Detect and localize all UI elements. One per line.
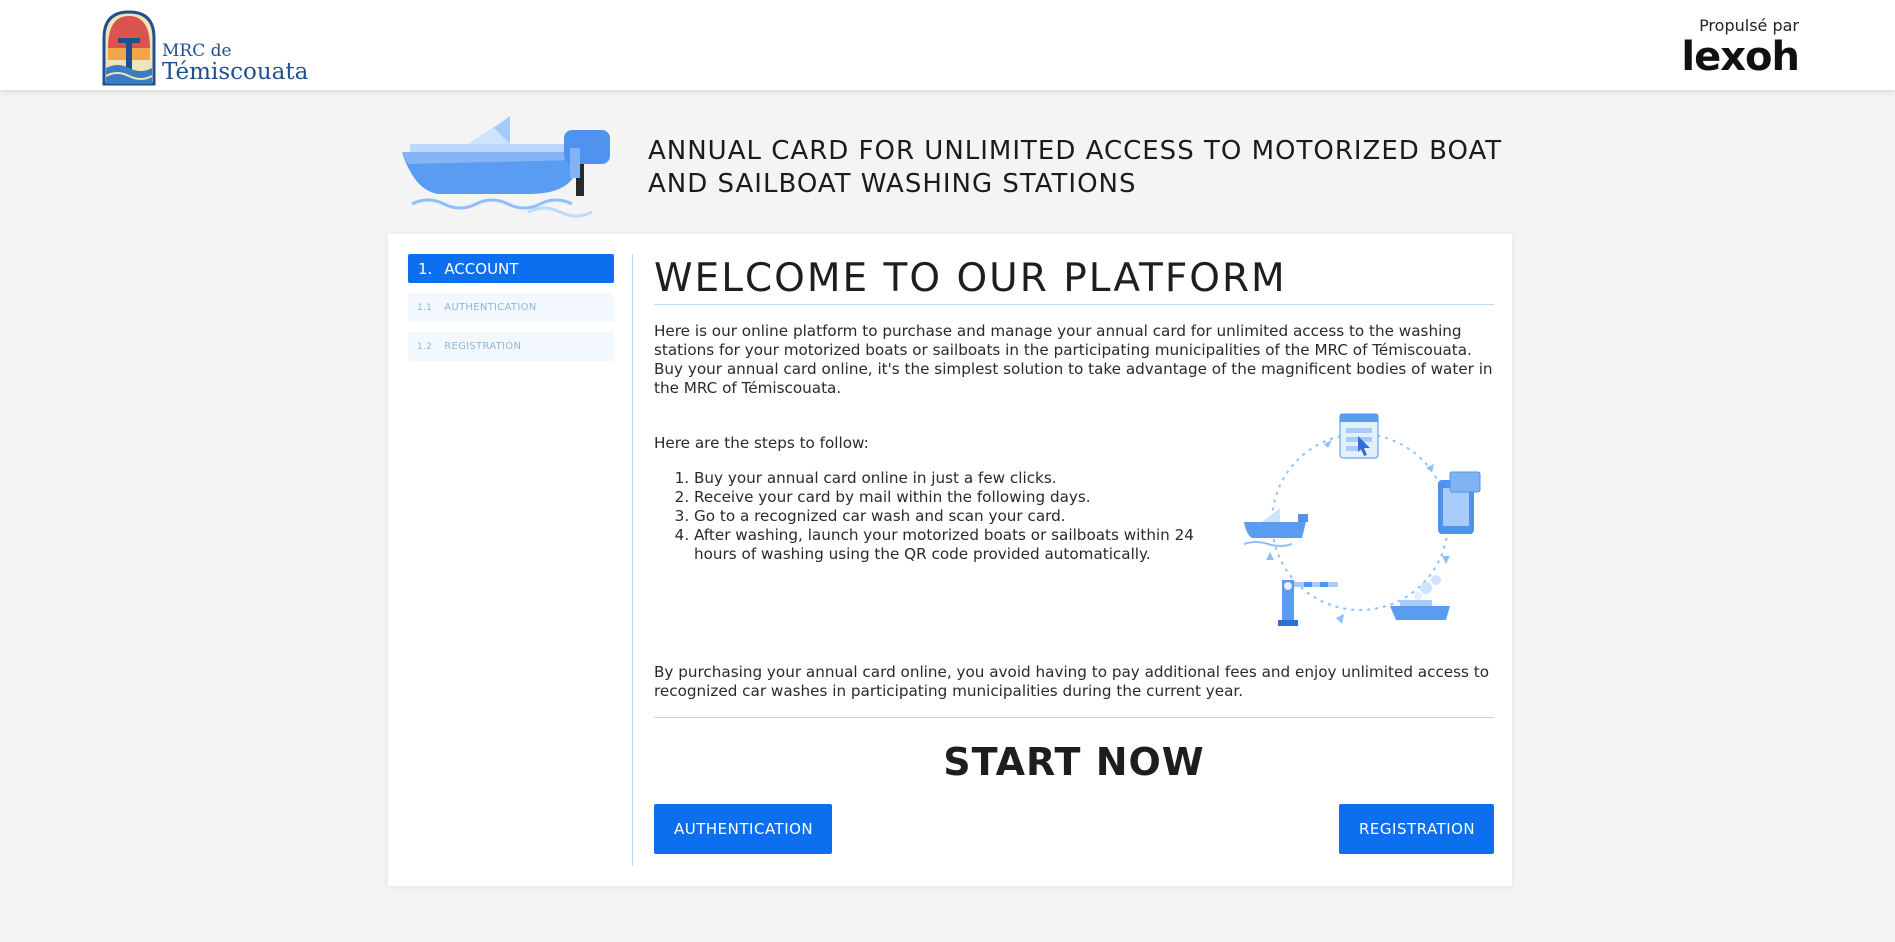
page-heading-line2: AND SAILBOAT WASHING STATIONS [648, 169, 1137, 199]
sidebar-item-num: 1.2 [417, 341, 433, 352]
sidebar-item-registration[interactable]: 1.2 REGISTRATION [408, 332, 614, 361]
steps-list: Buy your annual card online in just a fe… [654, 469, 1224, 564]
divider [654, 304, 1494, 305]
outro-text: By purchasing your annual card online, y… [654, 663, 1490, 700]
divider [654, 717, 1494, 718]
vertical-divider [632, 254, 633, 866]
authentication-button[interactable]: AUTHENTICATION [654, 804, 832, 854]
sidebar-item-label: REGISTRATION [444, 341, 522, 352]
card-scanner-icon [1438, 471, 1481, 534]
powered-by-label: Propulsé par [1699, 16, 1799, 35]
lexoh-logo: lexoh [1681, 34, 1800, 80]
mrc-logo[interactable]: MRC de Témiscouata [100, 6, 308, 86]
content-panel: WELCOME TO OUR PLATFORM Here is our onli… [654, 254, 1494, 854]
registration-button[interactable]: REGISTRATION [1339, 804, 1494, 854]
brand-line2: Témiscouata [162, 59, 309, 85]
sidebar-item-authentication[interactable]: 1.1 AUTHENTICATION [408, 293, 614, 322]
start-now-title: START NOW [943, 740, 1205, 784]
list-item: Buy your annual card online in just a fe… [694, 469, 1224, 488]
list-item: Go to a recognized car wash and scan you… [694, 507, 1224, 526]
brand-line1: MRC de [162, 41, 232, 61]
action-buttons: AUTHENTICATION REGISTRATION [654, 804, 1494, 854]
sidebar-item-num: 1. [418, 259, 433, 278]
process-cycle-illustration-icon [1243, 413, 1481, 626]
barrier-gate-icon [1278, 580, 1338, 626]
main-card: 1. ACCOUNT 1.1 AUTHENTICATION 1.2 REGIST… [388, 234, 1512, 886]
motorboat-illustration-icon [402, 116, 610, 218]
intro-paragraph-1: Here is our online platform to purchase … [654, 322, 1472, 359]
intro-paragraph-2: Buy your annual card online, it's the si… [654, 360, 1493, 397]
page-heading: ANNUAL CARD FOR UNLIMITED ACCESS TO MOTO… [648, 135, 1508, 201]
boat-wash-icon [1390, 575, 1450, 620]
browser-window-icon [1339, 413, 1379, 459]
steps-sidebar: 1. ACCOUNT 1.1 AUTHENTICATION 1.2 REGIST… [408, 254, 614, 371]
sidebar-item-account[interactable]: 1. ACCOUNT [408, 254, 614, 283]
mrc-emblem-icon [102, 10, 156, 86]
list-item: Receive your card by mail within the fol… [694, 488, 1224, 507]
steps-block: Here are the steps to follow: Buy your a… [654, 413, 1494, 639]
brand-text: MRC de Témiscouata [162, 43, 308, 84]
small-boat-icon [1243, 508, 1308, 547]
list-item: After washing, launch your motorized boa… [694, 526, 1224, 564]
sidebar-item-num: 1.1 [417, 302, 433, 313]
sidebar-item-label: AUTHENTICATION [444, 302, 537, 313]
welcome-title: WELCOME TO OUR PLATFORM [654, 256, 1287, 301]
intro-text: Here is our online platform to purchase … [654, 322, 1494, 398]
powered-by[interactable]: Propulsé par lexoh [1681, 16, 1800, 80]
page-heading-line1: ANNUAL CARD FOR UNLIMITED ACCESS TO MOTO… [648, 136, 1503, 166]
top-bar: MRC de Témiscouata Propulsé par lexoh [0, 0, 1895, 90]
sidebar-item-label: ACCOUNT [444, 259, 519, 278]
